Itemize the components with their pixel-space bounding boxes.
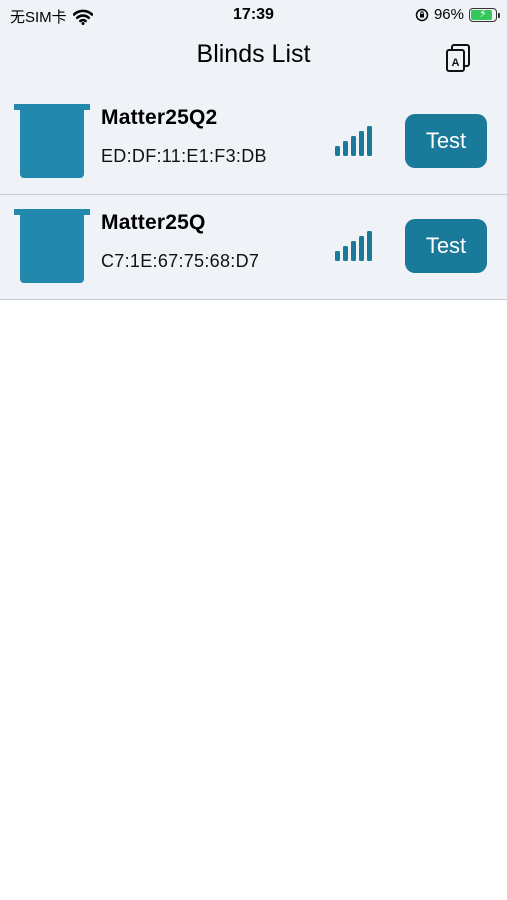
test-button[interactable]: Test (405, 114, 487, 168)
battery-percent: 96% (433, 6, 464, 23)
signal-bar (359, 131, 364, 156)
test-button[interactable]: Test (405, 219, 487, 273)
blind-icon (14, 104, 90, 178)
device-name: Matter25Q (101, 211, 206, 234)
signal-strength-icon (335, 126, 372, 156)
header-area: 无SIM卡 17:39 96% ⚡ Blinds List A (0, 0, 507, 90)
signal-bar (343, 246, 348, 261)
blind-icon (14, 209, 90, 283)
signal-bar (351, 241, 356, 261)
list-item[interactable]: Matter25Q C7:1E:67:75:68:D7 Test (0, 195, 507, 300)
nav-bar: Blinds List A (0, 32, 507, 82)
signal-strength-icon (335, 231, 372, 261)
device-name: Matter25Q2 (101, 106, 218, 129)
device-mac: ED:DF:11:E1:F3:DB (101, 146, 267, 166)
signal-bar (359, 236, 364, 261)
language-switch-icon[interactable]: A (443, 42, 473, 74)
battery-charging-icon: ⚡ (469, 7, 500, 22)
list-item[interactable]: Matter25Q2 ED:DF:11:E1:F3:DB Test (0, 90, 507, 195)
device-list: Matter25Q2 ED:DF:11:E1:F3:DB Test Matter… (0, 90, 507, 300)
status-bar: 无SIM卡 17:39 96% ⚡ (0, 0, 507, 32)
orientation-lock-icon (415, 8, 429, 21)
signal-bar (367, 126, 372, 156)
page-title: Blinds List (196, 40, 311, 68)
device-mac: C7:1E:67:75:68:D7 (101, 251, 260, 271)
svg-text:A: A (452, 57, 460, 69)
signal-bar (367, 231, 372, 261)
signal-bar (335, 251, 340, 261)
signal-bar (351, 136, 356, 156)
signal-bar (335, 146, 340, 156)
signal-bar (343, 141, 348, 156)
